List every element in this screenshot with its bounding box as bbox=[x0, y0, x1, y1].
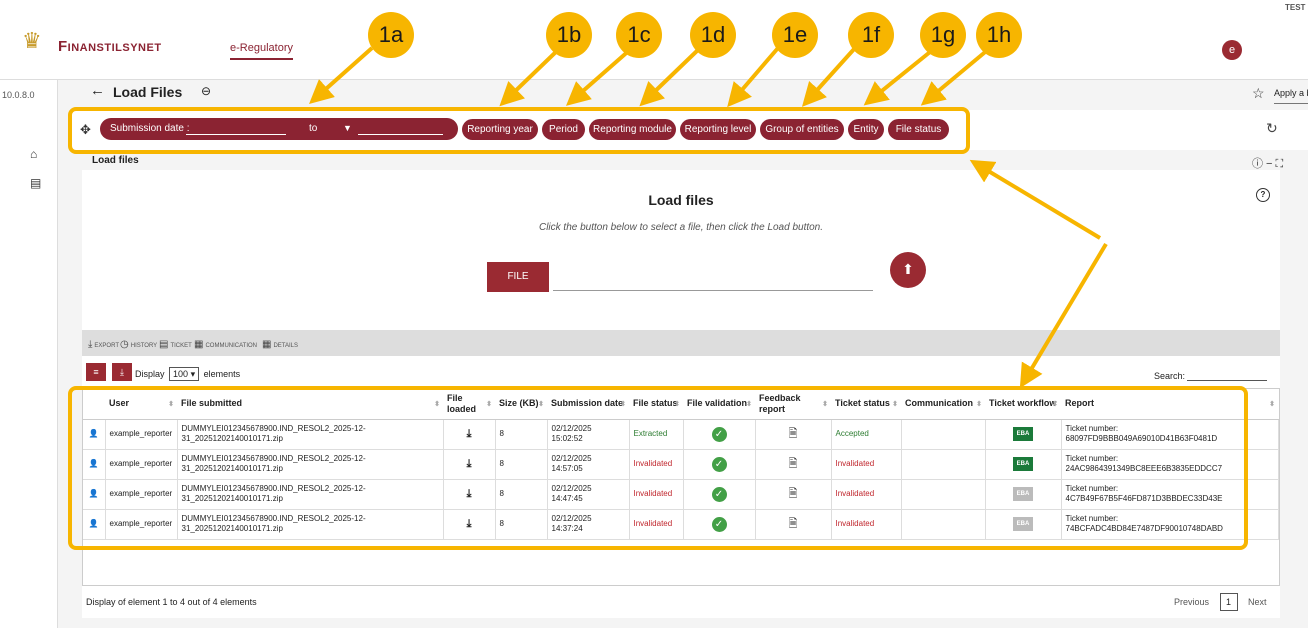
marker-1a: 1a bbox=[368, 12, 414, 58]
marker-1e: 1e bbox=[772, 12, 818, 58]
annotation-arrows bbox=[309, 46, 1108, 389]
marker-1b: 1b bbox=[546, 12, 592, 58]
marker-1c: 1c bbox=[616, 12, 662, 58]
marker-1g: 1g bbox=[920, 12, 966, 58]
marker-1d: 1d bbox=[690, 12, 736, 58]
marker-1h: 1h bbox=[976, 12, 1022, 58]
app-window: ♛ Finanstilsynet e-Regulatory e TEST 10.… bbox=[0, 0, 1308, 628]
marker-1f: 1f bbox=[848, 12, 894, 58]
